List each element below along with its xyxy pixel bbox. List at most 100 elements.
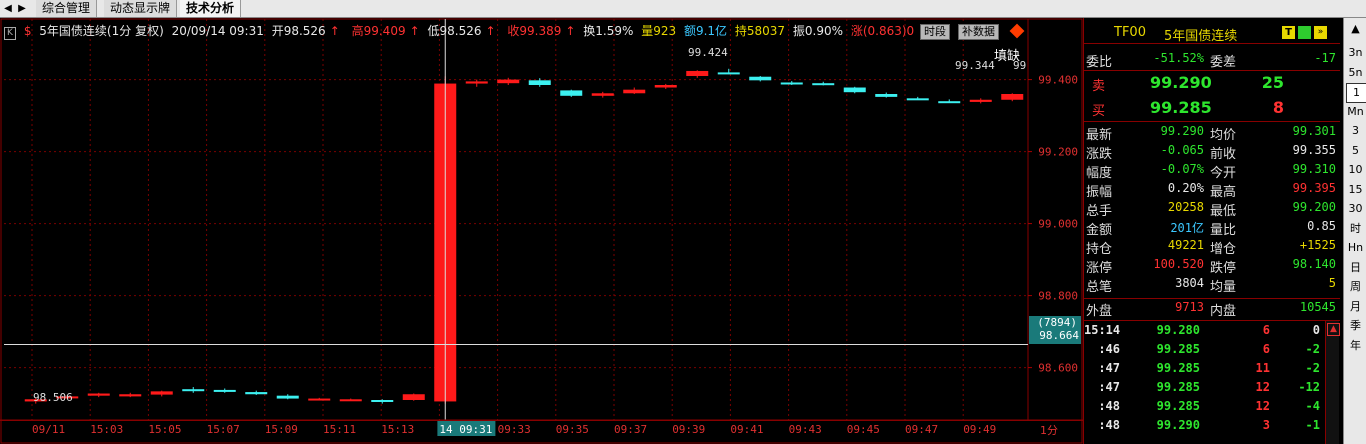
tab-scroll-right-icon[interactable]: ▶ (16, 1, 28, 16)
tick-delta: -2 (1305, 361, 1320, 375)
candle-body (812, 83, 835, 86)
stat-value: 98.140 (1292, 257, 1336, 271)
tick-row: :47 99.285 12 -12 (1084, 380, 1340, 399)
tab-integrated[interactable]: 综合管理 (36, 0, 98, 17)
stat-label: 最高 (1210, 185, 1237, 200)
period-indicator[interactable]: 1分 (1040, 422, 1058, 438)
crosshair-count: (7894) (1037, 316, 1077, 329)
candle-body (717, 72, 740, 75)
sell-row: 卖 99.290 25 (1084, 73, 1340, 95)
candle-body (875, 94, 898, 97)
period-button[interactable]: 月 (1346, 298, 1365, 316)
close-chart-icon[interactable]: K (4, 27, 16, 40)
buy-price: 99.285 (1150, 98, 1212, 117)
period-button[interactable]: 10 (1346, 161, 1365, 179)
candle-body (843, 87, 866, 93)
period-button[interactable]: 15 (1346, 181, 1365, 199)
stat-value: 99.310 (1292, 162, 1336, 176)
tick-scrollbar[interactable]: ▲ (1325, 321, 1340, 444)
outer-label: 外盘 (1086, 304, 1113, 319)
tick-price: 99.285 (1156, 380, 1200, 394)
period-button[interactable]: 周 (1346, 278, 1365, 296)
stat-label: 最低 (1210, 204, 1237, 219)
outer-inner-row: 外盘 9713 内盘 10545 (1084, 300, 1340, 319)
tab-dynamic-board[interactable]: 动态显示牌 (104, 0, 178, 17)
period-button[interactable]: 3n (1346, 44, 1365, 62)
chart-info-bar: K $ 5年国债连续(1分 复权) 20/09/14 09:31 开98.526… (4, 22, 918, 40)
tab-bar: ◀ ▶ 综合管理 动态显示牌 技术分析 (0, 0, 1366, 18)
tick-time: :47 (1098, 380, 1120, 394)
stat-value: 49221 (1167, 238, 1204, 252)
period-button[interactable]: 3 (1346, 122, 1365, 140)
stat-value: -0.065 (1160, 143, 1204, 157)
candle-body (938, 101, 961, 104)
tick-qty: 11 (1255, 361, 1270, 375)
sidebar-up-icon[interactable]: ▲ (1346, 20, 1365, 38)
buy-qty: 8 (1272, 98, 1284, 117)
candlestick-chart[interactable]: 99.40099.20099.00098.80098.60009/11 15:03… (0, 18, 1083, 444)
tab-scroll-left-icon[interactable]: ◀ (2, 1, 14, 16)
period-button[interactable]: 季 (1346, 317, 1365, 335)
weibi-row: 委比 -51.52% 委差 -17 (1084, 51, 1340, 70)
crosshair-price-box: (7894) 98.664 (1029, 316, 1081, 344)
time-axis (0, 420, 1083, 439)
scroll-up-icon[interactable]: ▲ (1327, 323, 1340, 336)
period-button[interactable]: 时 (1346, 220, 1365, 238)
candle-body (150, 391, 173, 395)
period-toolbar: ▲ 3n 5n 1 Mn 3 5 10 15 30 时 Hn 日周月季年 (1343, 18, 1366, 444)
weibi-label: 委比 (1086, 55, 1113, 70)
period-button[interactable]: 5 (1346, 142, 1365, 160)
tick-delta: 0 (1312, 323, 1320, 337)
stat-label: 总笔 (1086, 280, 1113, 295)
contract-name: 5年国债连续 (1164, 29, 1238, 44)
tick-time: :48 (1098, 418, 1120, 432)
period-button[interactable]: 5n (1346, 64, 1365, 82)
fill-data-button[interactable]: 补数据 (958, 24, 999, 40)
period-button[interactable]: 时段 (920, 24, 950, 40)
outer-value: 9713 (1175, 300, 1204, 314)
buy-row: 买 99.285 8 (1084, 98, 1340, 120)
period-button[interactable]: Mn (1346, 103, 1365, 121)
t-icon[interactable]: T (1282, 26, 1295, 39)
chart-symbol: 5年国债连续(1分 复权) (39, 24, 164, 38)
stats-row: 涨停 100.520 跌停 98.140 (1084, 257, 1340, 276)
period-button[interactable]: 日 (1346, 259, 1365, 277)
chart-area[interactable]: 99.400 99.200 99.000 98.800 98.600 09/11 15:03… (0, 18, 1083, 444)
period-button[interactable]: 年 (1346, 337, 1365, 355)
stats-row: 涨跌 -0.065 前收 99.355 (1084, 143, 1340, 162)
tab-technical-analysis[interactable]: 技术分析 (180, 0, 242, 17)
chevron-right-icon[interactable]: » (1314, 26, 1327, 39)
stats-row: 幅度 -0.07% 今开 99.310 (1084, 162, 1340, 181)
chart-close: 收99.389 ↑ (507, 24, 576, 38)
stat-label: 今开 (1210, 166, 1237, 181)
stat-label: 量比 (1210, 223, 1237, 238)
candle-body (465, 81, 488, 84)
period-button[interactable]: 30 (1346, 200, 1365, 218)
stats-row: 总手 20258 最低 99.200 (1084, 200, 1340, 219)
inner-value: 10545 (1299, 300, 1336, 314)
green-square-icon[interactable] (1298, 26, 1311, 39)
tick-time: :46 (1098, 342, 1120, 356)
weicha-value: -17 (1314, 51, 1336, 65)
chart-volume: 量923 (641, 24, 677, 38)
candle-body (686, 70, 709, 76)
candle-body (969, 99, 992, 102)
chart-date: 20/09/14 09:31 (171, 24, 264, 38)
candle-body (213, 389, 236, 392)
stat-label: 均价 (1210, 128, 1237, 143)
weibi-value: -51.52% (1153, 51, 1204, 65)
candle-body (182, 389, 205, 392)
chart-turnover: 换1.59% (583, 24, 634, 38)
period-button[interactable]: Hn (1346, 239, 1365, 257)
candle-body (119, 394, 142, 397)
period-button[interactable]: 1 (1346, 83, 1366, 103)
sell-label: 卖 (1092, 79, 1106, 94)
sell-qty: 25 (1261, 73, 1284, 92)
tick-row: :46 99.285 6 -2 (1084, 342, 1340, 361)
weicha-label: 委差 (1210, 55, 1237, 70)
candle-body (371, 400, 394, 402)
stat-value: 3804 (1175, 276, 1204, 290)
stats-row: 振幅 0.20% 最高 99.395 (1084, 181, 1340, 200)
stat-label: 最新 (1086, 128, 1113, 143)
stat-value: +1525 (1299, 238, 1336, 252)
